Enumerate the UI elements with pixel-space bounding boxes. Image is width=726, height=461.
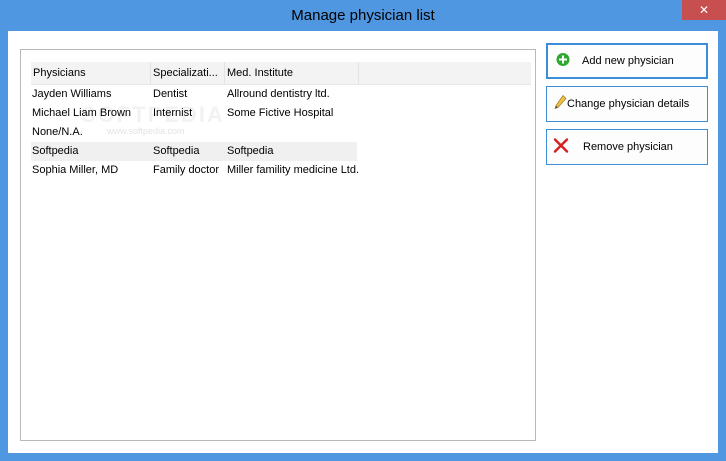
change-physician-label: Change physician details [567, 98, 690, 110]
specialization: Family doctor [153, 164, 220, 176]
list-rows: Jayden Williams Dentist Allround dentist… [31, 85, 359, 180]
specialization: Dentist [153, 88, 188, 100]
red-x-icon [553, 138, 569, 157]
physician-name: Softpedia [32, 145, 79, 157]
pencil-icon [553, 94, 567, 114]
column-header-institute[interactable]: Med. Institute [225, 62, 359, 84]
med-institute: Softpedia [227, 145, 274, 157]
physician-name: Jayden Williams [32, 88, 112, 100]
column-header-physicians[interactable]: Physicians [31, 62, 151, 84]
med-institute: Allround dentistry ltd. [227, 88, 330, 100]
add-physician-label: Add new physician [582, 55, 674, 67]
title-bar[interactable]: Manage physician list ✕ [0, 0, 726, 31]
specialization: Softpedia [153, 145, 200, 157]
table-row[interactable]: Sophia Miller, MD Family doctor Miller f… [31, 161, 359, 180]
column-header-specialization[interactable]: Specializati... [151, 62, 225, 84]
table-row[interactable]: None/N.A. [31, 123, 357, 142]
med-institute: Miller famility medicine Ltd. [227, 164, 359, 176]
med-institute [227, 123, 359, 142]
add-physician-button[interactable]: Add new physician [546, 43, 708, 79]
table-row-selected[interactable]: Softpedia Softpedia Softpedia [31, 142, 357, 161]
remove-physician-button[interactable]: Remove physician [546, 129, 708, 165]
list-header: Physicians Specializati... Med. Institut… [31, 62, 531, 85]
window-title: Manage physician list [291, 7, 435, 24]
close-button[interactable]: ✕ [682, 0, 726, 20]
manage-physician-window: Manage physician list ✕ Physicians Speci… [0, 0, 726, 461]
med-institute: Some Fictive Hospital [227, 107, 334, 119]
physician-name: None/N.A. [32, 126, 83, 138]
client-area: Physicians Specializati... Med. Institut… [8, 31, 718, 453]
remove-physician-label: Remove physician [583, 141, 673, 153]
specialization [153, 123, 225, 142]
table-row[interactable]: Michael Liam Brown Internist Some Fictiv… [31, 104, 357, 123]
table-row[interactable]: Jayden Williams Dentist Allround dentist… [31, 85, 357, 104]
physician-name: Michael Liam Brown [32, 107, 132, 119]
change-physician-button[interactable]: Change physician details [546, 86, 708, 122]
physician-list-panel[interactable]: Physicians Specializati... Med. Institut… [20, 49, 536, 441]
specialization: Internist [153, 107, 193, 119]
plus-circle-icon [556, 53, 570, 70]
physician-name: Sophia Miller, MD [32, 164, 119, 176]
